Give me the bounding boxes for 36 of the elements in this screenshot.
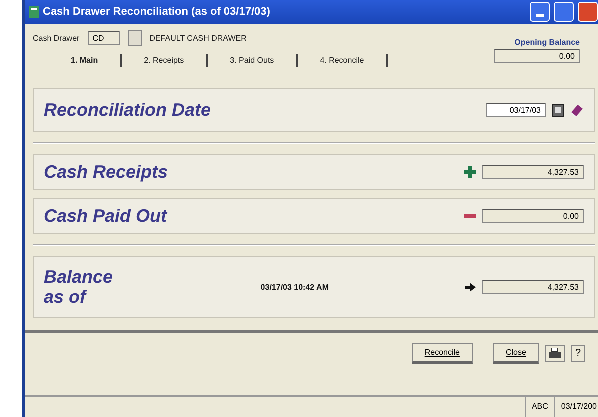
date-field[interactable]: 03/17/03 <box>486 103 546 117</box>
balance-label: as of <box>44 287 88 307</box>
help-button[interactable]: ? <box>571 345 585 362</box>
balance-timestamp: 03/17/03 10:42 AM <box>260 282 329 292</box>
minimize-button[interactable] <box>530 2 550 22</box>
tab[interactable]: 4. Reconcile <box>298 54 388 67</box>
tab[interactable]: 2. Receipts <box>122 54 208 67</box>
printer-icon <box>549 348 562 359</box>
app-icon <box>29 6 39 18</box>
cash-drawer-field[interactable]: CD <box>88 31 120 45</box>
amount-label: Cash Paid Out <box>44 206 168 226</box>
reconciliation-date-label: Reconciliation Date <box>44 100 212 120</box>
tab[interactable]: 1. Main <box>49 54 122 67</box>
close-button[interactable] <box>578 2 598 22</box>
drawer-name: DEFAULT CASH DRAWER <box>150 34 247 42</box>
opening-balance-label: Opening Balance <box>514 38 580 47</box>
maximize-button[interactable] <box>554 2 574 22</box>
minimize-icon <box>536 14 544 18</box>
action-button[interactable]: Reconcile <box>412 343 473 364</box>
window-title: Cash Drawer Reconciliation (as of 03/17/03) <box>43 6 272 18</box>
amount-label: Cash Receipts <box>44 162 170 182</box>
action-button[interactable]: Close <box>492 343 540 364</box>
amount-field: 0.00 <box>482 209 584 223</box>
opening-balance-field: 0.00 <box>494 49 580 63</box>
cash-drawer-label: Cash Drawer <box>33 34 80 42</box>
print-button[interactable] <box>545 345 566 362</box>
status-cell: 03/17/200 <box>554 397 598 417</box>
tab[interactable]: 3. Paid Outs <box>208 54 298 67</box>
arrow-icon <box>465 282 476 292</box>
amount-field: 4,327.53 <box>482 165 584 179</box>
status-cell: ABC <box>524 397 554 417</box>
minus-icon <box>464 214 476 218</box>
plus-icon <box>464 166 476 178</box>
balance-field: 4,327.53 <box>482 280 584 294</box>
balance-label: Balance <box>44 267 114 287</box>
lookup-button[interactable] <box>128 30 142 46</box>
